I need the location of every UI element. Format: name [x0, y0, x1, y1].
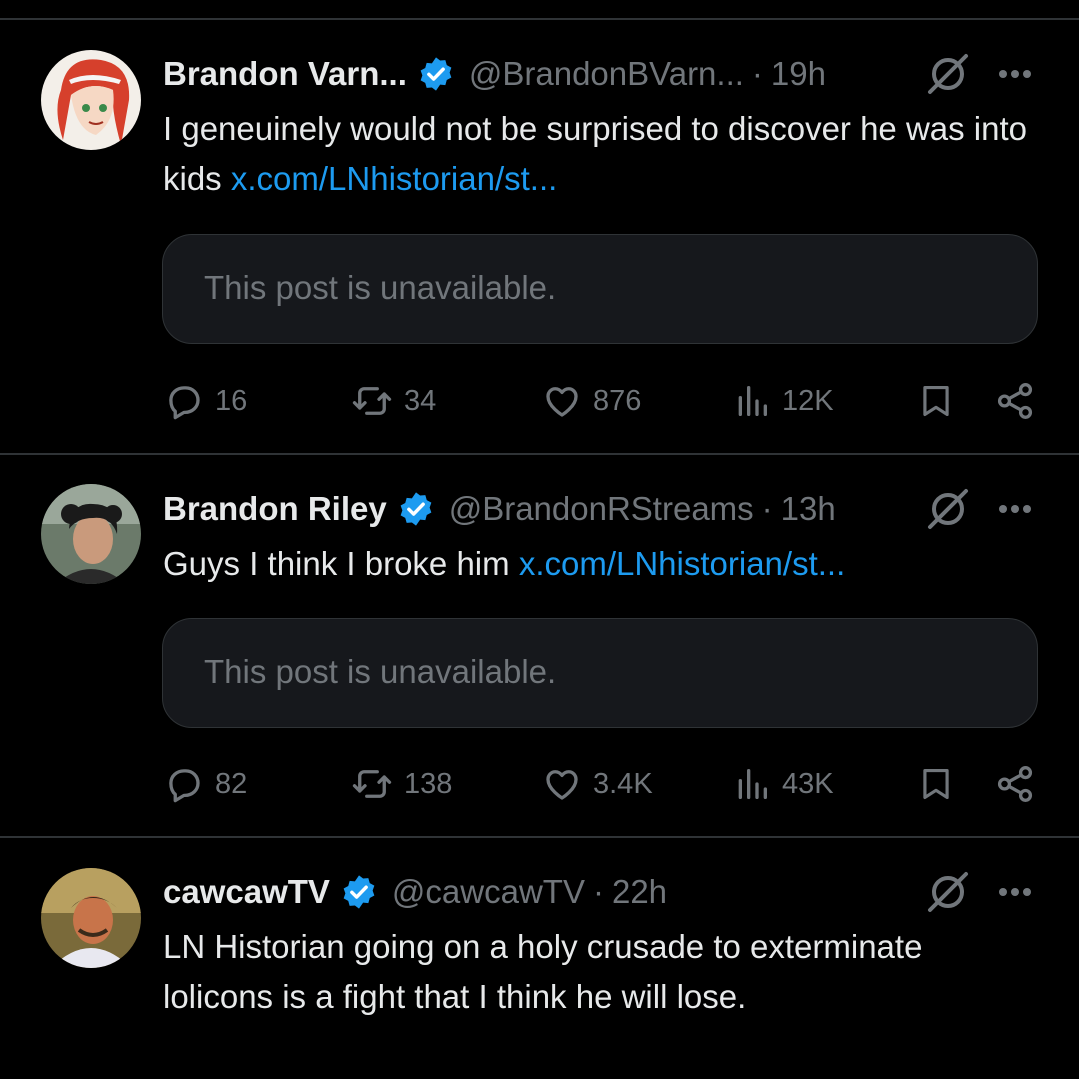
views-button[interactable]: 12K — [732, 380, 834, 422]
tweet-body-line-1: LN Historian going on a holy crusade to … — [163, 928, 923, 965]
tweet-divider — [0, 836, 1079, 838]
quoted-post-card[interactable]: This post is unavailable. — [162, 234, 1038, 344]
more-icon[interactable] — [995, 882, 1039, 902]
tweet-link[interactable]: x.com/LNhistorian/st... — [231, 160, 557, 197]
reply-button[interactable]: 82 — [163, 763, 247, 805]
like-count: 3.4K — [593, 767, 653, 800]
separator: · — [592, 873, 604, 910]
more-icon[interactable] — [995, 64, 1039, 84]
tweet-header: cawcawTV @cawcawTV · 22h — [163, 870, 667, 914]
handle[interactable]: @BrandonRStreams — [449, 490, 754, 528]
quote-unavailable-text: This post is unavailable. — [204, 653, 557, 690]
timestamp[interactable]: 22h — [612, 873, 667, 911]
tweet-header: Brandon Riley @BrandonRStreams · 13h — [163, 487, 836, 531]
action-bar: 16 34 876 12K — [0, 376, 1079, 426]
avatar[interactable] — [41, 484, 141, 584]
tweet-text: I geneuinely would not be surprised to d… — [163, 104, 1043, 204]
verified-badge-icon — [397, 490, 435, 528]
verified-badge-icon — [340, 873, 378, 911]
tweet-body: Guys I think I broke him — [163, 545, 519, 582]
tweet-link[interactable]: x.com/LNhistorian/st... — [519, 545, 845, 582]
like-icon — [546, 387, 578, 417]
reply-icon — [169, 769, 200, 803]
quote-unavailable-text: This post is unavailable. — [204, 269, 557, 306]
bookmark-icon[interactable] — [917, 380, 955, 427]
bookmark-icon[interactable] — [917, 763, 955, 810]
action-bar: 82 138 3.4K 43K — [0, 759, 1079, 809]
quoted-post-card[interactable]: This post is unavailable. — [162, 618, 1038, 728]
tweet-text: Guys I think I broke him x.com/LNhistori… — [163, 539, 1043, 589]
verified-badge-icon — [417, 55, 455, 93]
repost-icon — [352, 770, 392, 798]
display-name[interactable]: cawcawTV — [163, 873, 330, 911]
repost-count: 34 — [404, 384, 437, 417]
reply-count: 16 — [215, 384, 248, 417]
repost-button[interactable]: 34 — [350, 380, 436, 422]
avatar[interactable] — [41, 868, 141, 968]
grok-icon[interactable] — [926, 487, 970, 531]
tweet-text: LN Historian going on a holy crusade to … — [163, 922, 1043, 1022]
repost-icon — [352, 387, 392, 415]
share-icon[interactable] — [993, 763, 1037, 810]
tweet-divider — [0, 453, 1079, 455]
reply-count: 82 — [215, 767, 248, 800]
display-name[interactable]: Brandon Varn... — [163, 55, 407, 93]
handle[interactable]: @BrandonBVarn... — [469, 55, 744, 93]
timestamp[interactable]: 13h — [781, 490, 836, 528]
share-icon[interactable] — [993, 380, 1037, 427]
top-divider — [0, 18, 1079, 20]
views-count: 43K — [782, 767, 834, 800]
separator: · — [761, 490, 773, 527]
like-count: 876 — [593, 384, 642, 417]
views-count: 12K — [782, 384, 834, 417]
like-button[interactable]: 3.4K — [541, 763, 653, 805]
repost-count: 138 — [404, 767, 453, 800]
grok-icon[interactable] — [926, 52, 970, 96]
grok-icon[interactable] — [926, 870, 970, 914]
timestamp[interactable]: 19h — [771, 55, 826, 93]
avatar[interactable] — [41, 50, 141, 150]
views-icon — [738, 386, 767, 416]
repost-button[interactable]: 138 — [350, 763, 452, 805]
tweet-body-line-2: lolicons is a fight that I think he will… — [163, 978, 747, 1015]
reply-button[interactable]: 16 — [163, 380, 247, 422]
more-icon[interactable] — [995, 499, 1039, 519]
views-icon — [738, 769, 767, 799]
views-button[interactable]: 43K — [732, 763, 834, 805]
tweet-header: Brandon Varn... @BrandonBVarn... · 19h — [163, 52, 826, 96]
separator: · — [751, 55, 763, 92]
reply-icon — [169, 386, 200, 420]
display-name[interactable]: Brandon Riley — [163, 490, 387, 528]
handle[interactable]: @cawcawTV — [392, 873, 585, 911]
like-icon — [546, 770, 578, 800]
like-button[interactable]: 876 — [541, 380, 641, 422]
